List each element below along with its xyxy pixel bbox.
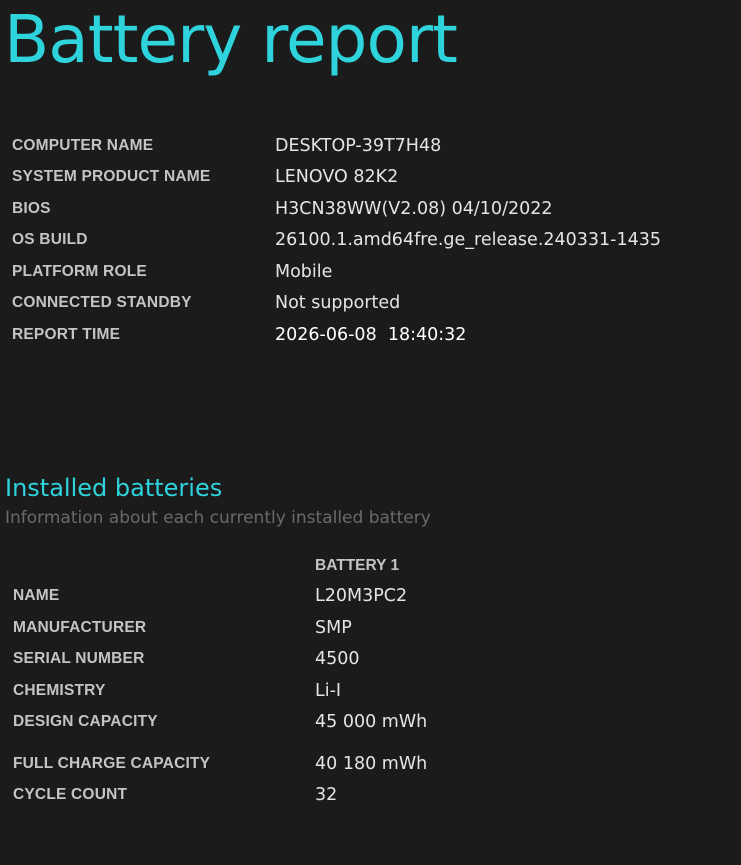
info-label: BIOS bbox=[12, 200, 51, 217]
battery-label: NAME bbox=[13, 587, 60, 604]
info-row-report-time: REPORT TIME 2026-06-08 18:40:32 bbox=[0, 324, 741, 348]
info-row-os-build: OS BUILD 26100.1.amd64fre.ge_release.240… bbox=[0, 229, 741, 253]
info-value: 2026-06-08 18:40:32 bbox=[275, 325, 467, 345]
info-row-connected-standby: CONNECTED STANDBY Not supported bbox=[0, 292, 741, 316]
battery-row-name: NAME L20M3PC2 bbox=[0, 585, 741, 609]
battery-value: 40 180 mWh bbox=[315, 754, 428, 774]
battery-row-chemistry: CHEMISTRY Li-I bbox=[0, 680, 741, 704]
battery-row-cycle-count: CYCLE COUNT 32 bbox=[0, 784, 741, 808]
battery-value: Li-I bbox=[315, 681, 342, 701]
battery-label: SERIAL NUMBER bbox=[13, 650, 145, 667]
info-label: CONNECTED STANDBY bbox=[12, 294, 192, 311]
battery-value: 32 bbox=[315, 785, 338, 805]
battery-value: SMP bbox=[315, 618, 352, 638]
battery-row-manufacturer: MANUFACTURER SMP bbox=[0, 617, 741, 641]
info-row-platform-role: PLATFORM ROLE Mobile bbox=[0, 261, 741, 285]
info-label: COMPUTER NAME bbox=[12, 137, 154, 154]
info-label: PLATFORM ROLE bbox=[12, 263, 147, 280]
info-value: Not supported bbox=[275, 293, 401, 313]
info-label: REPORT TIME bbox=[12, 326, 121, 343]
battery-row-design-capacity: DESIGN CAPACITY 45 000 mWh bbox=[0, 711, 741, 735]
battery-value: L20M3PC2 bbox=[315, 586, 408, 606]
info-row-bios: BIOS H3CN38WW(V2.08) 04/10/2022 bbox=[0, 198, 741, 222]
info-row-computer-name: COMPUTER NAME DESKTOP-39T7H48 bbox=[0, 135, 741, 159]
battery-row-serial-number: SERIAL NUMBER 4500 bbox=[0, 648, 741, 672]
info-value: H3CN38WW(V2.08) 04/10/2022 bbox=[275, 199, 553, 219]
info-value: 26100.1.amd64fre.ge_release.240331-1435 bbox=[275, 230, 662, 250]
info-value: DESKTOP-39T7H48 bbox=[275, 136, 442, 156]
battery-label: DESIGN CAPACITY bbox=[13, 713, 158, 730]
battery-label: MANUFACTURER bbox=[13, 619, 147, 636]
section-title: Installed batteries bbox=[5, 474, 223, 502]
battery-value: 45 000 mWh bbox=[315, 712, 428, 732]
battery-value: 4500 bbox=[315, 649, 360, 669]
info-label: SYSTEM PRODUCT NAME bbox=[12, 168, 211, 185]
info-row-system-product-name: SYSTEM PRODUCT NAME LENOVO 82K2 bbox=[0, 166, 741, 190]
battery-label: CHEMISTRY bbox=[13, 682, 106, 699]
battery-column-header: BATTERY 1 bbox=[315, 557, 400, 574]
section-subtitle: Information about each currently install… bbox=[5, 508, 431, 528]
battery-label: CYCLE COUNT bbox=[13, 786, 128, 803]
battery-label: FULL CHARGE CAPACITY bbox=[13, 755, 211, 772]
battery-row-full-charge-capacity: FULL CHARGE CAPACITY 40 180 mWh bbox=[0, 753, 741, 777]
info-label: OS BUILD bbox=[12, 231, 88, 248]
info-value: Mobile bbox=[275, 262, 333, 282]
page-title: Battery report bbox=[4, 1, 458, 78]
info-value: LENOVO 82K2 bbox=[275, 167, 399, 187]
